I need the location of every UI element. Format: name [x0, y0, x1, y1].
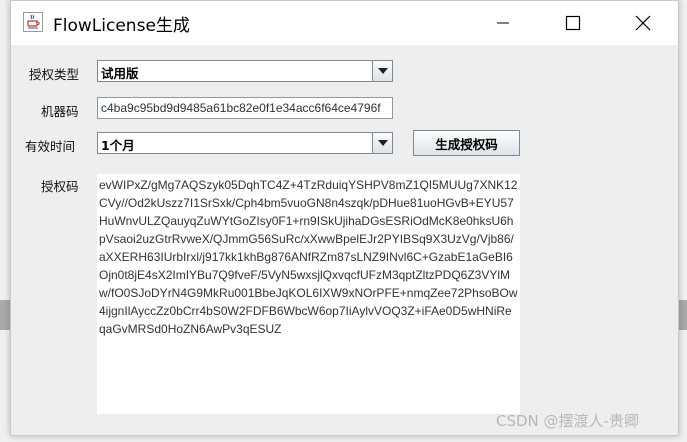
- machine-code-label: 机器码: [41, 104, 79, 119]
- license-type-value: 试用版: [101, 66, 139, 81]
- minimize-button[interactable]: [473, 1, 533, 45]
- machine-code-value: c4ba9c95bd9d9485a61bc82e0f1e34acc6f64ce4…: [101, 101, 381, 115]
- license-generator-window: FlowLicense生成 授权类型 试用版 机器码 c4ba9c95bd9d9…: [10, 0, 679, 436]
- chevron-down-icon[interactable]: [372, 133, 392, 153]
- close-icon: [635, 15, 651, 31]
- machine-code-field[interactable]: c4ba9c95bd9d9485a61bc82e0f1e34acc6f64ce4…: [97, 97, 393, 119]
- maximize-button[interactable]: [543, 1, 603, 45]
- java-coffee-icon: [23, 12, 43, 32]
- validity-select[interactable]: 1个月: [97, 132, 393, 154]
- chevron-down-icon[interactable]: [372, 61, 392, 81]
- license-code-label: 授权码: [41, 179, 79, 194]
- title-bar[interactable]: FlowLicense生成: [11, 1, 678, 45]
- background-window-edge: [0, 300, 10, 330]
- validity-label: 有效时间: [25, 139, 76, 154]
- license-code-textarea[interactable]: evWIPxZ/gMg7AQSzyk05DqhTC4Z+4TzRduiqYSHP…: [97, 174, 520, 414]
- csdn-watermark: CSDN @摆渡人-贵卿: [496, 412, 639, 430]
- license-type-select[interactable]: 试用版: [97, 60, 393, 82]
- validity-value: 1个月: [101, 138, 135, 153]
- minimize-icon: [497, 22, 509, 24]
- license-type-label: 授权类型: [29, 67, 80, 82]
- maximize-icon: [565, 15, 581, 31]
- window-title: FlowLicense生成: [53, 16, 190, 36]
- close-button[interactable]: [613, 1, 673, 45]
- generate-license-button[interactable]: 生成授权码: [413, 130, 520, 156]
